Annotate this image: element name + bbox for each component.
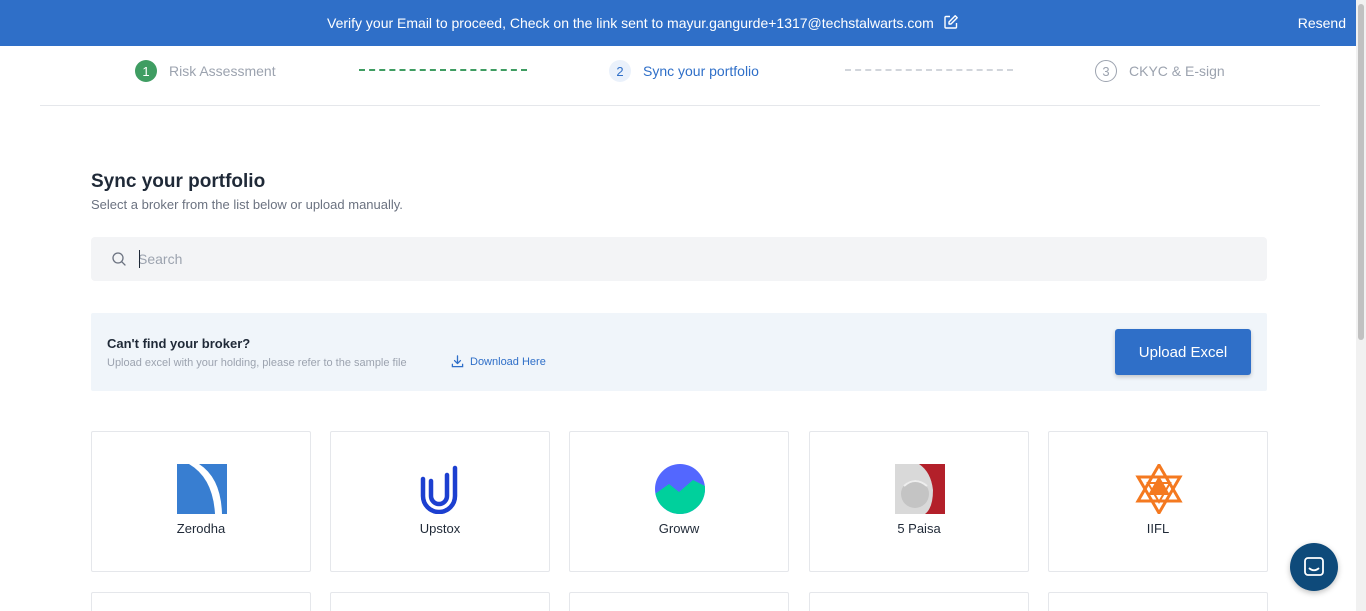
upload-excel-button[interactable]: Upload Excel xyxy=(1115,329,1251,375)
banner-message: Verify your Email to proceed, Check on t… xyxy=(327,15,934,31)
page-title: Sync your portfolio xyxy=(91,171,266,192)
broker-card-5paisa[interactable]: 5 Paisa xyxy=(809,431,1029,572)
edit-icon[interactable] xyxy=(943,14,959,30)
upload-excel-panel: Can't find your broker? Upload excel wit… xyxy=(91,313,1267,391)
broker-card-upstox[interactable]: Upstox xyxy=(330,431,550,572)
step-ckyc-esign: 3 CKYC & E-sign xyxy=(1095,60,1225,82)
step-connector-completed xyxy=(359,69,527,71)
step-label: Risk Assessment xyxy=(169,63,276,79)
progress-stepper: 1 Risk Assessment 2 Sync your portfolio … xyxy=(40,46,1320,106)
step-number: 2 xyxy=(609,60,631,82)
scrollbar-thumb[interactable] xyxy=(1358,4,1364,340)
step-sync-portfolio: 2 Sync your portfolio xyxy=(609,60,759,82)
search-input[interactable] xyxy=(138,247,1238,271)
scrollbar[interactable] xyxy=(1356,0,1366,611)
broker-card-iifl[interactable]: IIFL xyxy=(1048,431,1268,572)
broker-name: Zerodha xyxy=(176,521,226,536)
broker-name: Upstox xyxy=(419,521,461,536)
page-subtitle: Select a broker from the list below or u… xyxy=(91,197,403,212)
resend-link[interactable]: Resend xyxy=(1298,15,1346,31)
groww-logo xyxy=(655,464,705,514)
upstox-logo xyxy=(420,465,458,514)
email-verification-banner: Verify your Email to proceed, Check on t… xyxy=(0,0,1356,46)
broker-card[interactable] xyxy=(809,592,1029,611)
5paisa-logo xyxy=(895,464,945,514)
broker-card-zerodha[interactable]: Zerodha xyxy=(91,431,311,572)
download-icon xyxy=(451,355,464,368)
text-caret xyxy=(139,250,140,268)
search-icon xyxy=(112,252,126,266)
broker-name: Groww xyxy=(658,521,700,536)
step-number: 1 xyxy=(135,60,157,82)
chat-icon xyxy=(1304,557,1324,576)
chat-launcher-button[interactable] xyxy=(1290,543,1338,591)
broker-card[interactable] xyxy=(91,592,311,611)
broker-search[interactable] xyxy=(91,237,1267,281)
step-label: CKYC & E-sign xyxy=(1129,63,1225,79)
broker-card-groww[interactable]: Groww xyxy=(569,431,789,572)
download-sample-link[interactable]: Download Here xyxy=(451,355,546,368)
broker-name: IIFL xyxy=(1146,521,1170,536)
upload-description: Upload excel with your holding, please r… xyxy=(107,357,407,369)
step-label: Sync your portfolio xyxy=(643,63,759,79)
broker-card[interactable] xyxy=(1048,592,1268,611)
step-connector-pending xyxy=(845,69,1013,71)
broker-card[interactable] xyxy=(330,592,550,611)
step-risk-assessment: 1 Risk Assessment xyxy=(135,60,276,82)
broker-card[interactable] xyxy=(569,592,789,611)
download-label: Download Here xyxy=(470,355,546,368)
zerodha-logo xyxy=(177,464,227,514)
upload-title: Can't find your broker? xyxy=(107,336,251,351)
iifl-logo xyxy=(1135,464,1183,514)
step-number: 3 xyxy=(1095,60,1117,82)
broker-name: 5 Paisa xyxy=(897,521,941,536)
